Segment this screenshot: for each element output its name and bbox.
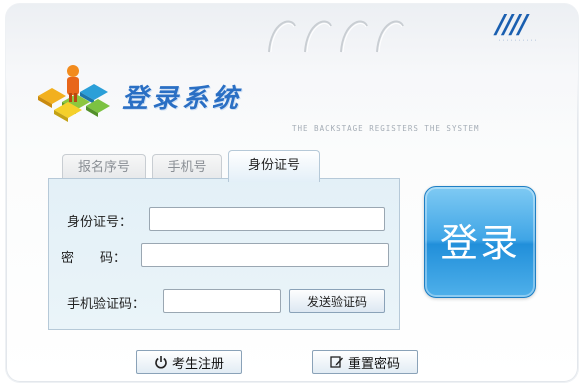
reset-password-button[interactable]: 重置密码 xyxy=(312,350,418,374)
tab-phone-number[interactable]: 手机号 xyxy=(152,154,222,180)
login-form-panel: 身份证号： 密 码： 手机验证码： 发送验证码 xyxy=(48,178,400,330)
register-button[interactable]: 考生注册 xyxy=(136,350,242,374)
id-number-label: 身份证号： xyxy=(67,215,133,230)
sms-code-input[interactable] xyxy=(163,289,281,313)
brand-slashes: //// xyxy=(495,10,528,40)
id-number-input[interactable] xyxy=(149,207,385,231)
brand-mark: //// ·········· xyxy=(496,12,538,44)
brand-dots: ·········· xyxy=(497,38,538,44)
reset-password-label: 重置密码 xyxy=(347,356,400,372)
system-title: 登录系统 xyxy=(122,84,243,114)
edit-icon xyxy=(330,356,343,368)
password-input[interactable] xyxy=(141,243,389,267)
sms-code-label: 手机验证码： xyxy=(67,297,146,312)
register-label: 考生注册 xyxy=(171,356,224,372)
login-window: //// ·········· 登录系统 THE BACKSTAGE REGIS… xyxy=(6,4,578,382)
binder-rings-decoration xyxy=(268,20,404,53)
password-label: 密 码： xyxy=(61,251,127,266)
power-icon xyxy=(155,356,167,369)
system-logo-icon xyxy=(38,65,110,122)
tab-id-number[interactable]: 身份证号 xyxy=(228,150,320,182)
login-button[interactable]: 登录 xyxy=(424,186,536,298)
tab-registration-number[interactable]: 报名序号 xyxy=(62,154,146,180)
send-code-button[interactable]: 发送验证码 xyxy=(289,289,385,313)
system-subtitle: THE BACKSTAGE REGISTERS THE SYSTEM xyxy=(292,124,480,133)
